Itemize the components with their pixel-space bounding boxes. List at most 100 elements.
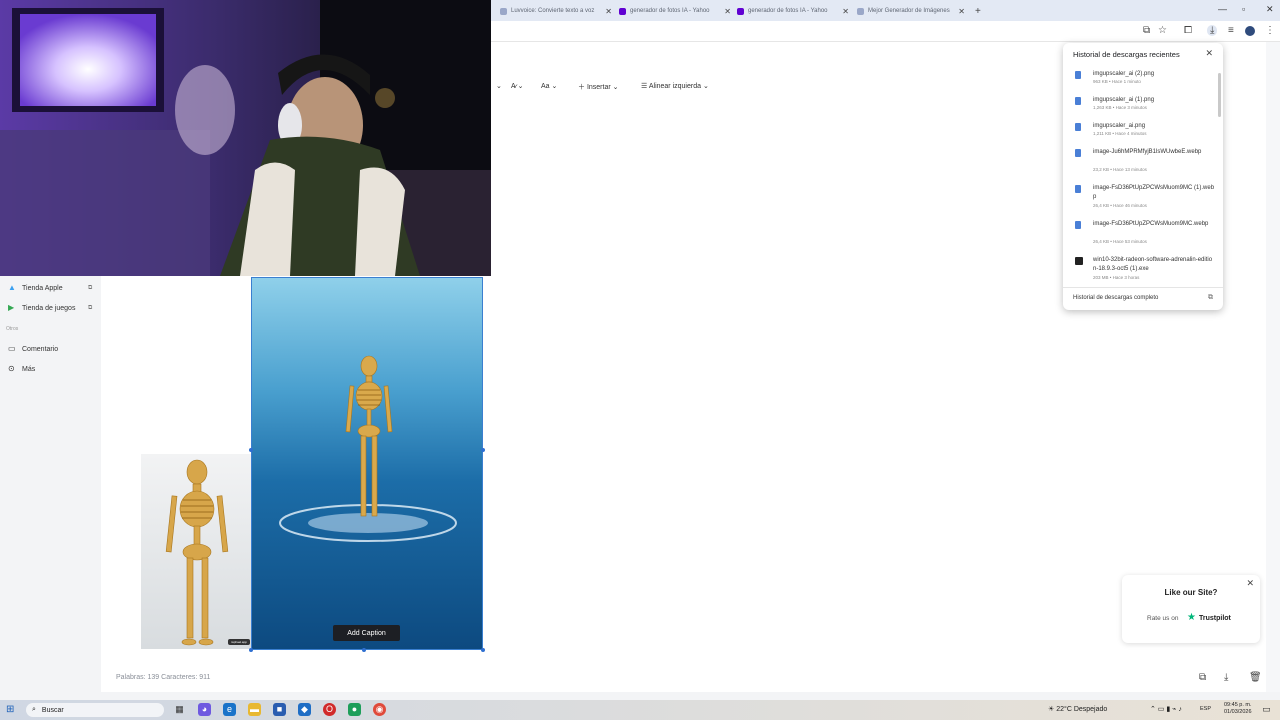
external-link-icon: ⧉ — [88, 285, 93, 291]
download-item[interactable]: image-Ju6hMPRMfyjB1lsWUwbeE.webp 23,2 KB… — [1075, 148, 1215, 174]
app-icon[interactable]: ◆ — [298, 703, 311, 716]
system-tray-icons[interactable]: ⌃ ▭ ▮ ⌁ ♪ — [1150, 705, 1182, 713]
download-filename: imgupscaler_ai (1).png — [1093, 97, 1155, 103]
download-item[interactable]: image-FsD36PtUpZPCWsMuom9MC (1).webp 26,… — [1075, 184, 1215, 210]
close-tab-icon[interactable]: ✕ — [958, 7, 965, 16]
maximize-icon[interactable]: ▫ — [1242, 4, 1245, 14]
skeleton-image-small[interactable] — [141, 454, 252, 649]
format-toolbar: ⌄ A̷ ⌄ Aa ⌄ ＋ Insertar ⌄ ☰ Alinear izqui… — [491, 78, 791, 96]
task-view-icon[interactable]: ▦ — [173, 703, 186, 716]
copilot-icon[interactable]: ◕ — [198, 703, 211, 716]
sidebar-item-apple-store[interactable]: ▲ Tienda Apple — [8, 284, 63, 292]
close-tab-icon[interactable]: ✕ — [724, 7, 731, 16]
skeleton-figure-icon — [165, 459, 229, 646]
trustpilot-link[interactable]: Trustpilot — [1199, 615, 1231, 622]
browser-tab[interactable]: Luvvoice: Convierte texto a voz ✕ — [500, 3, 612, 19]
comment-icon: ▭ — [8, 344, 16, 353]
taskbar-search[interactable]: ⌕ Buscar — [26, 703, 164, 717]
browser-tab-strip: Luvvoice: Convierte texto a voz ✕ genera… — [491, 0, 1280, 21]
app-green-icon[interactable]: ● — [348, 703, 361, 716]
profile-avatar[interactable] — [1245, 26, 1255, 36]
text-style-icon[interactable]: A̷ ⌄ — [511, 82, 523, 90]
full-download-history-link[interactable]: Historial de descargas completo — [1073, 295, 1158, 301]
media-icon[interactable]: ≡ — [1228, 25, 1234, 36]
bookmark-star-icon[interactable]: ☆ — [1158, 25, 1167, 36]
store-icon[interactable]: ■ — [273, 703, 286, 716]
menu-icon[interactable]: ⋮ — [1265, 25, 1275, 36]
sidebar-item-more[interactable]: ⊙ Más — [8, 365, 35, 373]
downloads-scrollbar[interactable] — [1218, 73, 1221, 117]
browser-toolbar: ⧉ ☆ ⧠ ⤓ ≡ ⋮ — [491, 21, 1280, 42]
browser-tab[interactable]: generador de fotos IA - Yahoo ✕ — [737, 3, 849, 19]
resize-handle[interactable] — [249, 648, 253, 652]
browser-tab[interactable]: Mejor Generador de Imágenes ✕ — [857, 3, 965, 19]
insert-dropdown[interactable]: ＋ Insertar ⌄ — [578, 82, 619, 92]
edge-icon[interactable]: e — [223, 703, 236, 716]
file-icon — [1075, 221, 1081, 229]
more-icon: ⊙ — [8, 364, 15, 373]
copy-icon[interactable]: ⧉ — [1199, 672, 1206, 683]
minimize-icon[interactable]: — — [1218, 4, 1227, 14]
notifications-icon[interactable]: ▭ — [1260, 703, 1273, 716]
download-icon[interactable]: ⤓ — [1207, 25, 1218, 36]
browser-tab[interactable]: generador de fotos IA - Yahoo ✕ — [619, 3, 731, 19]
language-indicator[interactable]: ESP — [1200, 706, 1211, 712]
taskbar-search-label: Buscar — [41, 706, 64, 714]
font-size-label: Aa — [541, 83, 550, 90]
cast-icon[interactable]: ⧉ — [1143, 25, 1150, 36]
chevron-down-icon[interactable]: ⌄ — [496, 82, 502, 90]
tab-favicon-luvvoice-icon — [500, 7, 507, 15]
download-filename: image-FsD36PtUpZPCWsMuom9MC (1).webp — [1093, 185, 1215, 200]
skeleton-image-selected[interactable] — [251, 277, 483, 650]
download-item[interactable]: imgupscaler_ai.png 1,211 KB • Hace 4 min… — [1075, 122, 1215, 138]
resize-handle[interactable] — [249, 448, 253, 452]
download-filename: imgupscaler_ai.png — [1093, 123, 1146, 129]
download-item[interactable]: imgupscaler_ai (1).png 1,263 KB • Hace 3… — [1075, 96, 1215, 112]
sidebar-item-label: Más — [22, 365, 36, 373]
sidebar — [0, 276, 101, 692]
webcam-scene-icon — [0, 0, 491, 276]
extensions-icon[interactable]: ⧠ — [1184, 25, 1192, 36]
close-icon[interactable]: ✕ — [1205, 48, 1213, 59]
taskbar-clock[interactable]: 09:45 p. m. 01/03/2026 — [1224, 702, 1252, 716]
resize-handle[interactable] — [481, 648, 485, 652]
close-window-icon[interactable]: ✕ — [1266, 4, 1274, 15]
download-meta: 26,4 KB • Hace 46 minutos — [1093, 203, 1147, 208]
sidebar-item-game-store[interactable]: ▶ Tienda de juegos — [8, 304, 75, 312]
clock-date: 01/03/2026 — [1224, 709, 1252, 715]
download-item[interactable]: image-FsD36PtUpZPCWsMuom9MC.webp 26,4 KB… — [1075, 220, 1215, 246]
resize-handle[interactable] — [362, 648, 366, 652]
weather-widget[interactable]: ☀ 22°C Despejado — [1048, 705, 1107, 713]
font-size-dropdown[interactable]: Aa ⌄ — [541, 82, 557, 90]
download-item[interactable]: imgupscaler_ai (2).png 963 KB • Hace 1 m… — [1075, 70, 1215, 86]
insert-label: Insertar — [586, 84, 611, 91]
close-tab-icon[interactable]: ✕ — [842, 7, 849, 16]
tab-title: generador de fotos IA - Yahoo — [748, 8, 828, 14]
windows-start-icon[interactable]: ⊞ — [6, 704, 14, 715]
add-caption-button[interactable]: Add Caption — [333, 625, 400, 641]
resize-handle[interactable] — [481, 448, 485, 452]
watermark-badge: raphael.app — [228, 639, 250, 645]
new-tab-button[interactable]: + — [975, 3, 981, 19]
tab-title: Luvvoice: Convierte texto a voz — [511, 8, 595, 14]
clock-time: 09:45 p. m. — [1224, 702, 1252, 708]
sidebar-item-comment[interactable]: ▭ Comentario — [8, 345, 58, 353]
chrome-icon[interactable]: ◉ — [373, 703, 386, 716]
weather-text: 22°C Despejado — [1056, 706, 1108, 713]
align-dropdown[interactable]: ☰ Alinear izquierda ⌄ — [641, 82, 709, 90]
download-item[interactable]: win10-32bit-radeon-software-adrenalin-ed… — [1075, 256, 1215, 282]
file-icon — [1075, 123, 1081, 131]
tab-favicon-yahoo-icon — [737, 7, 744, 15]
opera-icon[interactable]: O — [323, 703, 336, 716]
file-explorer-icon[interactable]: ▬ — [248, 703, 261, 716]
trash-icon[interactable]: 🗑 — [1249, 672, 1262, 683]
close-tab-icon[interactable]: ✕ — [605, 7, 612, 16]
external-link-icon[interactable]: ⧉ — [1208, 294, 1213, 302]
file-icon — [1075, 97, 1081, 105]
external-link-icon: ⧉ — [88, 305, 93, 311]
trustpilot-star-icon: ★ — [1187, 612, 1196, 623]
file-icon — [1075, 71, 1081, 79]
download-meta: 963 KB • Hace 1 minuto — [1093, 79, 1141, 84]
download-icon[interactable]: ⤓ — [1224, 672, 1228, 683]
downloads-panel: Historial de descargas recientes ✕ imgup… — [1063, 43, 1223, 310]
